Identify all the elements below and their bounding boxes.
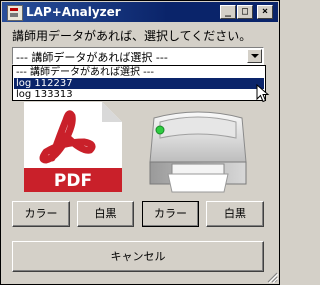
dropdown-option-highlighted[interactable]: log 112237 — [14, 78, 264, 89]
minimize-button[interactable]: _ — [220, 5, 236, 19]
title-bar[interactable]: LAP+Analyzer _ □ × — [2, 2, 278, 22]
dropdown-option[interactable]: log 133313 — [14, 89, 264, 100]
printer-icon — [149, 111, 247, 193]
cancel-button[interactable]: キャンセル — [12, 241, 264, 272]
dropdown-option[interactable]: --- 講師データがあれば選択 --- — [14, 67, 264, 78]
pdf-mono-button[interactable]: 白黒 — [77, 201, 134, 227]
close-button[interactable]: × — [257, 5, 273, 19]
pdf-label: PDF — [54, 171, 92, 191]
pdf-color-button[interactable]: カラー — [12, 201, 70, 227]
chevron-down-icon[interactable] — [247, 49, 262, 63]
window-title: LAP+Analyzer — [26, 5, 121, 19]
print-color-button[interactable]: カラー — [142, 201, 199, 227]
pdf-file-icon: PDF — [24, 102, 122, 192]
combobox-selected-value: --- 講師データがあれば選択 --- — [16, 51, 168, 64]
app-icon — [7, 5, 23, 21]
instruction-label: 講師用データがあれば、選択してください。 — [12, 29, 252, 43]
maximize-button[interactable]: □ — [237, 5, 253, 19]
resize-grip-icon[interactable] — [267, 272, 278, 283]
print-mono-button[interactable]: 白黒 — [206, 201, 264, 227]
mouse-cursor-icon — [256, 84, 270, 103]
combobox-dropdown-list[interactable]: --- 講師データがあれば選択 --- log 112237 log 13331… — [12, 65, 266, 101]
instructor-data-combobox[interactable]: --- 講師データがあれば選択 --- — [12, 47, 264, 65]
